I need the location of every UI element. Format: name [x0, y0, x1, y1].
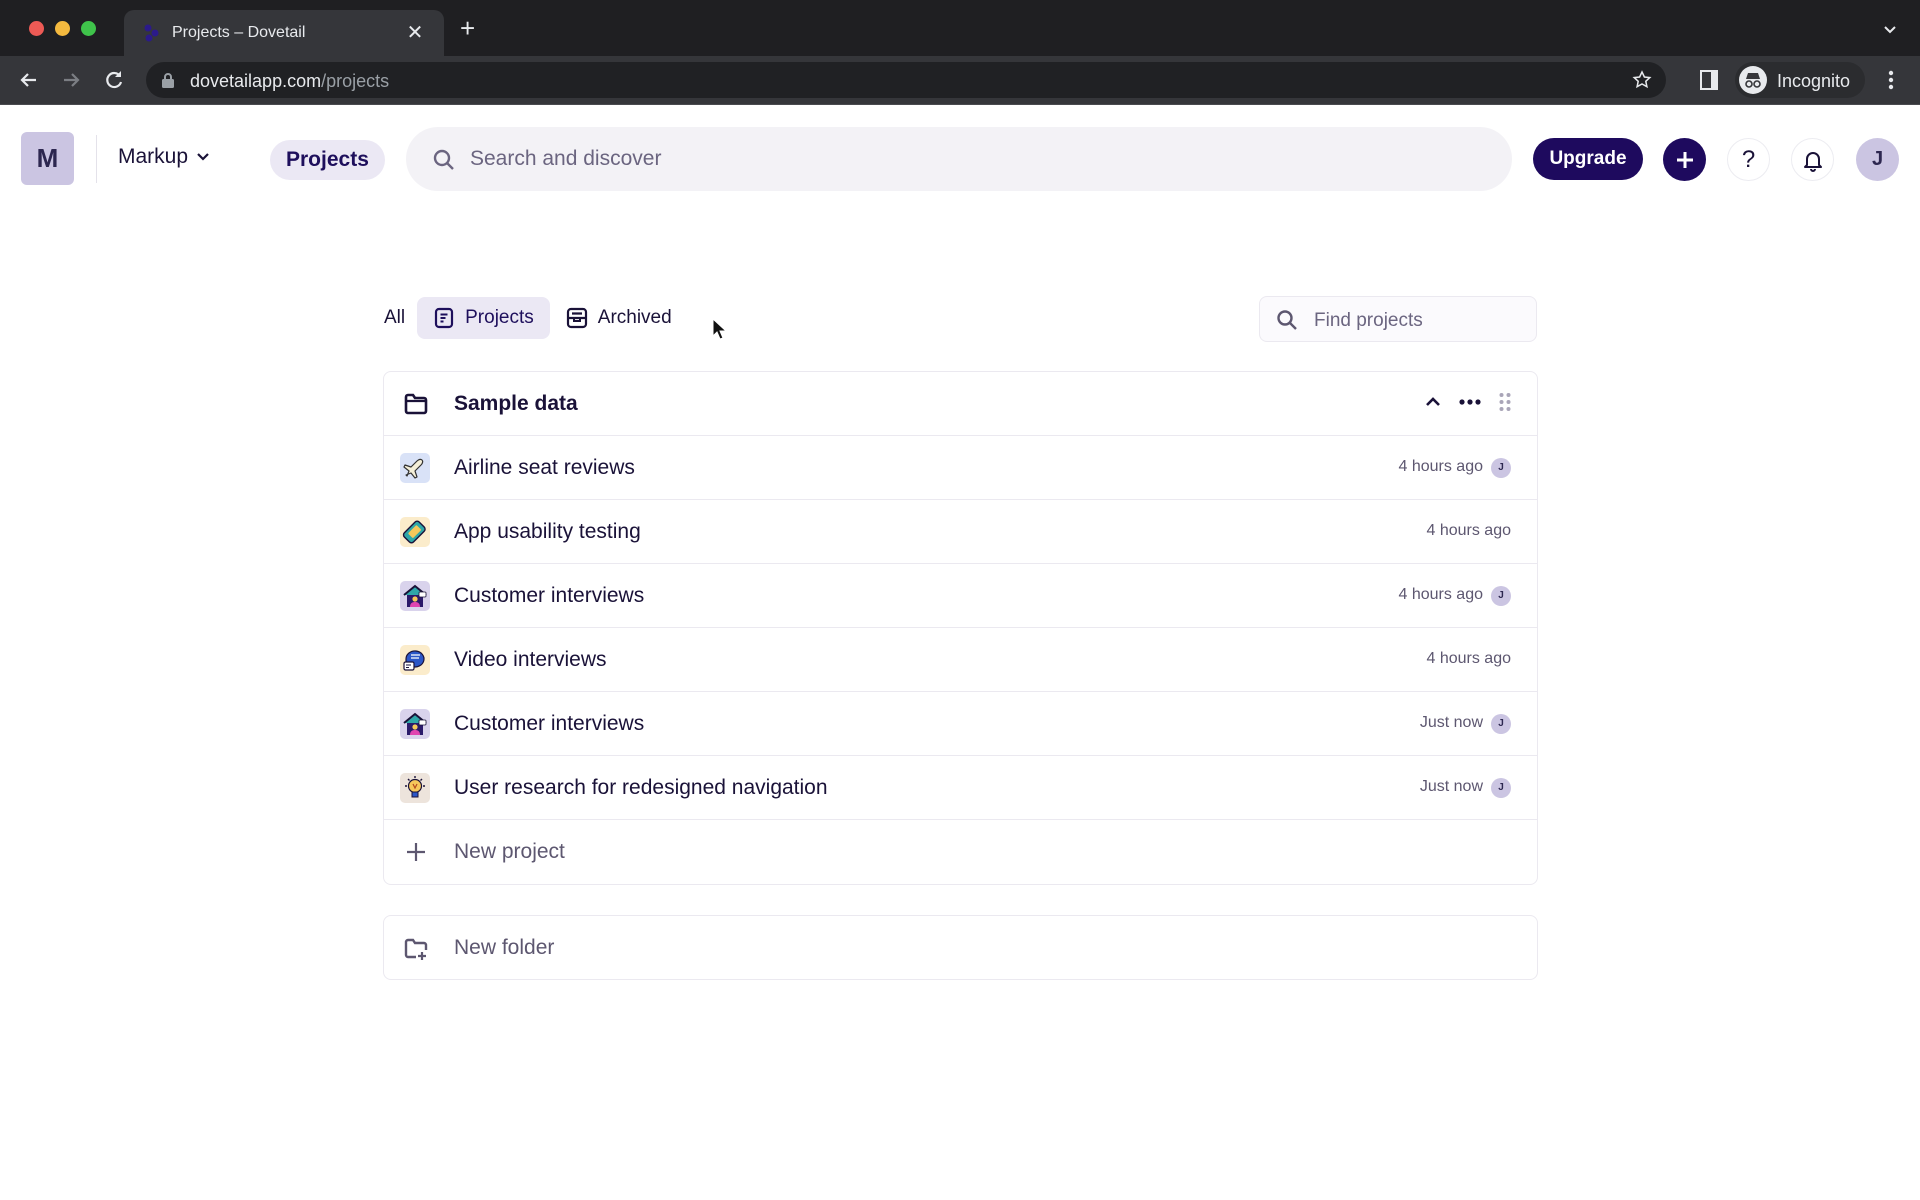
window-maximize-button[interactable]: [81, 21, 96, 36]
incognito-icon: [1739, 66, 1767, 94]
filter-archived[interactable]: Archived: [550, 297, 688, 339]
notifications-button[interactable]: [1791, 138, 1834, 181]
house-person-icon: [400, 581, 430, 611]
window-minimize-button[interactable]: [55, 21, 70, 36]
project-filters: All Projects Archived: [384, 297, 688, 339]
forward-arrow-icon[interactable]: [58, 67, 84, 93]
plus-icon: [407, 843, 425, 861]
mouse-cursor-icon: [712, 318, 726, 340]
project-updated: Just now: [1419, 714, 1483, 731]
browser-chrome: Projects – Dovetail ✕ + dovetailapp.com/…: [0, 0, 1920, 105]
bookmark-star-icon[interactable]: [1632, 70, 1652, 90]
plus-icon: [1676, 151, 1693, 168]
url-domain: dovetailapp.com: [190, 71, 322, 91]
new-tab-icon[interactable]: +: [460, 15, 475, 41]
profile-label: Incognito: [1777, 71, 1851, 91]
project-row[interactable]: Customer interviews 4 hours ago J: [384, 564, 1537, 628]
project-name: Airline seat reviews: [454, 456, 635, 479]
folder-plus-icon: [404, 938, 428, 960]
upgrade-button[interactable]: Upgrade: [1533, 138, 1643, 180]
new-folder-label: New folder: [454, 936, 555, 959]
back-arrow-icon[interactable]: [16, 67, 42, 93]
project-updated: 4 hours ago: [1426, 522, 1511, 539]
more-options-icon[interactable]: [1459, 398, 1481, 406]
project-name: Customer interviews: [454, 712, 645, 735]
workspace-badge[interactable]: M: [21, 132, 74, 185]
search-placeholder: Search and discover: [470, 147, 662, 170]
new-project-label: New project: [454, 840, 565, 863]
create-button[interactable]: [1663, 138, 1706, 181]
project-row[interactable]: User research for redesigned navigation …: [384, 756, 1537, 820]
chevron-down-icon: [197, 153, 209, 161]
dovetail-favicon-icon: [144, 24, 159, 42]
folder-name: Sample data: [454, 392, 578, 415]
project-name: User research for redesigned navigation: [454, 776, 828, 799]
tab-close-icon[interactable]: ✕: [404, 20, 426, 45]
owner-avatar: J: [1491, 714, 1511, 734]
owner-avatar: J: [1491, 458, 1511, 478]
drag-handle-icon[interactable]: [1499, 392, 1511, 412]
filter-projects-label: Projects: [465, 307, 534, 328]
global-search-input[interactable]: Search and discover: [406, 127, 1512, 191]
lock-icon: [162, 73, 174, 88]
project-updated: Just now: [1419, 778, 1483, 795]
header-divider: [96, 135, 97, 183]
owner-avatar: J: [1491, 586, 1511, 606]
project-updated: 4 hours ago: [1398, 586, 1483, 603]
project-row[interactable]: Customer interviews Just now J: [384, 692, 1537, 756]
folder-actions: [1425, 392, 1511, 412]
workspace-name: Markup: [118, 145, 189, 168]
tab-search-chevron-icon[interactable]: [1882, 22, 1898, 38]
folder-header[interactable]: Sample data: [384, 372, 1537, 436]
project-updated: 4 hours ago: [1398, 458, 1483, 475]
search-icon: [433, 149, 454, 170]
address-bar[interactable]: dovetailapp.com/projects: [146, 62, 1666, 98]
app-header: M Markup Projects Search and discover Up…: [0, 105, 1920, 213]
tab-title: Projects – Dovetail: [172, 24, 306, 41]
incognito-profile-button[interactable]: Incognito: [1735, 62, 1865, 98]
filter-all[interactable]: All: [384, 297, 417, 339]
project-name: Video interviews: [454, 648, 607, 671]
folder-icon: [404, 393, 428, 415]
archive-icon: [566, 307, 587, 329]
nav-projects[interactable]: Projects: [270, 140, 385, 180]
new-folder-button[interactable]: New folder: [383, 915, 1538, 980]
project-row[interactable]: App usability testing 4 hours ago: [384, 500, 1537, 564]
url-text: dovetailapp.com/projects: [190, 71, 389, 92]
document-icon: [435, 307, 454, 329]
collapse-chevron-up-icon[interactable]: [1425, 394, 1441, 410]
filter-archived-label: Archived: [597, 307, 672, 328]
lightbulb-icon: [400, 773, 430, 803]
owner-avatar: J: [1491, 778, 1511, 798]
window-close-button[interactable]: [29, 21, 44, 36]
chat-bubble-icon: [400, 645, 430, 675]
project-name: App usability testing: [454, 520, 641, 543]
find-projects-input[interactable]: Find projects: [1259, 296, 1537, 342]
tab-strip: Projects – Dovetail ✕ +: [0, 0, 1920, 56]
phone-icon: [400, 517, 430, 547]
folder-sample-data: Sample data Airline seat reviews 4 hours…: [383, 371, 1538, 885]
new-project-button[interactable]: New project: [384, 820, 1537, 884]
help-button[interactable]: ?: [1727, 138, 1770, 181]
user-avatar[interactable]: J: [1856, 138, 1899, 181]
find-projects-placeholder: Find projects: [1314, 310, 1423, 331]
browser-toolbar: dovetailapp.com/projects Incognito: [0, 56, 1920, 105]
workspace-switcher[interactable]: Markup: [118, 145, 210, 169]
search-icon: [1277, 310, 1297, 330]
filter-projects[interactable]: Projects: [417, 297, 550, 339]
airplane-icon: [400, 453, 430, 483]
project-row[interactable]: Video interviews 4 hours ago: [384, 628, 1537, 692]
project-name: Customer interviews: [454, 584, 645, 607]
project-row[interactable]: Airline seat reviews 4 hours ago J: [384, 436, 1537, 500]
house-person-icon: [400, 709, 430, 739]
filter-all-label: All: [384, 307, 406, 328]
browser-tab-active[interactable]: Projects – Dovetail ✕: [124, 10, 444, 56]
bell-icon: [1803, 151, 1822, 172]
browser-menu-icon[interactable]: [1884, 68, 1898, 92]
url-path: /projects: [321, 71, 390, 91]
project-updated: 4 hours ago: [1426, 650, 1511, 667]
side-panel-icon[interactable]: [1700, 70, 1718, 90]
reload-icon[interactable]: [101, 67, 127, 93]
help-icon: ?: [1741, 145, 1756, 173]
